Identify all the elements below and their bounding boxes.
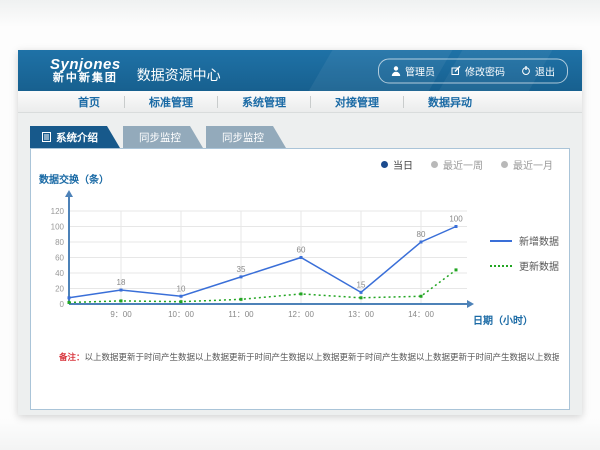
nav-item-data-change[interactable]: 数据异动 <box>404 94 496 110</box>
logout-label: 退出 <box>535 63 555 78</box>
radio-last-week[interactable]: 最近一周 <box>431 157 483 172</box>
company-logo: Synjones 新中新集团 <box>50 57 121 84</box>
svg-text:60: 60 <box>297 246 306 255</box>
radio-label: 当日 <box>393 157 413 172</box>
radio-dot-icon <box>431 161 438 168</box>
time-range-radios: 当日 最近一周 最近一月 <box>381 157 553 172</box>
svg-text:18: 18 <box>117 278 126 287</box>
footnote-label: 备注： <box>59 352 85 362</box>
svg-text:80: 80 <box>55 238 64 247</box>
user-menu[interactable]: 管理员 <box>391 63 435 78</box>
svg-text:20: 20 <box>55 285 64 294</box>
solid-line-swatch-icon <box>490 240 512 242</box>
page-title: 数据资源中心 <box>137 65 221 85</box>
y-axis-title: 数据交换（条） <box>39 171 109 186</box>
svg-text:10: 10 <box>177 284 186 293</box>
logo-text-en: Synjones <box>50 57 121 73</box>
radio-last-month[interactable]: 最近一月 <box>501 157 553 172</box>
svg-text:15: 15 <box>357 280 366 289</box>
tab-sync-monitor-2[interactable]: 同步监控 <box>206 126 286 148</box>
dotted-line-swatch-icon <box>490 265 512 267</box>
svg-text:10：00: 10：00 <box>168 310 194 319</box>
user-icon <box>391 65 401 76</box>
svg-text:100: 100 <box>51 223 65 232</box>
svg-text:14：00: 14：00 <box>408 310 434 319</box>
power-icon <box>521 66 531 76</box>
svg-text:80: 80 <box>417 230 426 239</box>
svg-text:120: 120 <box>51 207 65 216</box>
radio-label: 最近一月 <box>513 157 553 172</box>
legend-label: 新增数据 <box>519 233 559 248</box>
legend-label: 更新数据 <box>519 258 559 273</box>
nav-item-system-mgmt[interactable]: 系统管理 <box>218 94 310 110</box>
legend-item-new-data[interactable]: 新增数据 <box>490 233 559 248</box>
main-nav: 首页 标准管理 系统管理 对接管理 数据异动 <box>18 91 582 113</box>
tab-label: 系统介绍 <box>56 130 98 145</box>
chart-panel: 当日 最近一周 最近一月 数据交换（条） 0 20 40 60 80 100 120 9：00… <box>30 148 570 410</box>
tab-label: 同步监控 <box>139 130 181 145</box>
tab-label: 同步监控 <box>222 130 264 145</box>
edit-icon <box>451 66 461 76</box>
radio-dot-icon <box>501 161 508 168</box>
svg-text:12：00: 12：00 <box>288 310 314 319</box>
user-name: 管理员 <box>405 63 435 78</box>
user-toolbar: 管理员 修改密码 退出 <box>378 58 568 83</box>
svg-text:9：00: 9：00 <box>110 310 132 319</box>
tab-sync-monitor-1[interactable]: 同步监控 <box>123 126 203 148</box>
change-password-label: 修改密码 <box>465 63 505 78</box>
nav-item-standard-mgmt[interactable]: 标准管理 <box>125 94 217 110</box>
svg-text:0: 0 <box>60 300 65 309</box>
svg-text:35: 35 <box>237 265 246 274</box>
nav-item-home[interactable]: 首页 <box>54 94 124 110</box>
tab-system-intro[interactable]: 系统介绍 <box>30 126 120 148</box>
logout-button[interactable]: 退出 <box>521 63 555 78</box>
app-window: Synjones 新中新集团 数据资源中心 管理员 修改密码 <box>18 50 582 415</box>
legend-item-updated-data[interactable]: 更新数据 <box>490 258 559 273</box>
chart-legend: 新增数据 更新数据 <box>490 233 559 283</box>
footnote-text: 以上数据更新于时间产生数据以上数据更新于时间产生数据以上数据更新于时间产生数据以… <box>85 352 559 362</box>
radio-today[interactable]: 当日 <box>381 157 413 172</box>
svg-text:11：00: 11：00 <box>228 310 254 319</box>
radio-dot-icon <box>381 161 388 168</box>
svg-text:13：00: 13：00 <box>348 310 374 319</box>
footnote: 备注：以上数据更新于时间产生数据以上数据更新于时间产生数据以上数据更新于时间产生… <box>59 351 559 363</box>
svg-text:100: 100 <box>449 215 463 224</box>
radio-label: 最近一周 <box>443 157 483 172</box>
document-icon <box>42 132 51 142</box>
content-area: 系统介绍 同步监控 同步监控 当日 最近一周 <box>18 113 582 410</box>
change-password-button[interactable]: 修改密码 <box>451 63 505 78</box>
x-axis-title: 日期（小时） <box>473 312 533 327</box>
svg-text:40: 40 <box>55 269 64 278</box>
tab-bar: 系统介绍 同步监控 同步监控 <box>30 126 582 148</box>
nav-item-interface-mgmt[interactable]: 对接管理 <box>311 94 403 110</box>
logo-text-cn: 新中新集团 <box>50 73 121 85</box>
svg-text:60: 60 <box>55 254 64 263</box>
app-header: Synjones 新中新集团 数据资源中心 管理员 修改密码 <box>18 50 582 91</box>
